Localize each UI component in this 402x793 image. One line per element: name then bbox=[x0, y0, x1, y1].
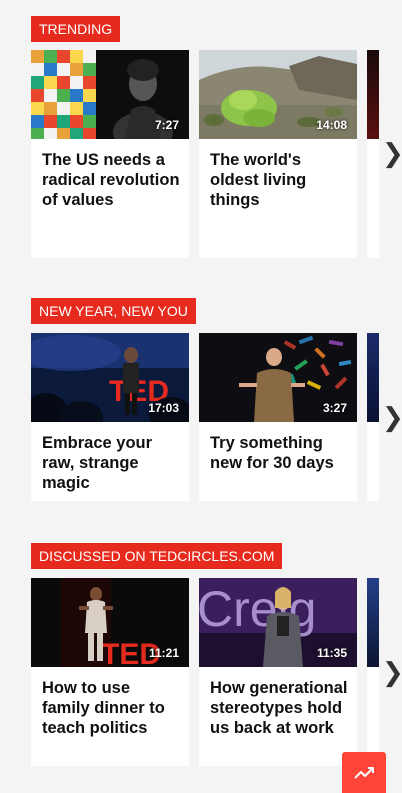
trending-up-icon bbox=[354, 767, 374, 779]
duration-label: 11:35 bbox=[316, 646, 347, 660]
talk-card[interactable]: Creig 11:35 How generational stereotypes… bbox=[199, 578, 357, 766]
duration-label: 11:21 bbox=[148, 646, 179, 660]
talk-thumbnail[interactable]: TED 11:21 bbox=[31, 578, 189, 667]
next-card-peek[interactable] bbox=[367, 578, 379, 766]
talk-card[interactable]: TED 11:21 How to use family dinner to te… bbox=[31, 578, 189, 766]
trending-button[interactable] bbox=[342, 752, 386, 793]
section-label[interactable]: DISCUSSED ON TEDCIRCLES.COM bbox=[31, 543, 283, 569]
talk-title[interactable]: How to use family dinner to teach politi… bbox=[42, 678, 181, 738]
section-tedcircles: DISCUSSED ON TEDCIRCLES.COM TED 11:21 Ho… bbox=[0, 0, 402, 793]
peek-thumbnail bbox=[367, 578, 379, 667]
chevron-right-icon[interactable]: ❯ bbox=[382, 660, 402, 686]
talk-thumbnail[interactable]: Creig 11:35 bbox=[199, 578, 357, 667]
talk-title[interactable]: How generational stereotypes hold us bac… bbox=[210, 678, 349, 738]
